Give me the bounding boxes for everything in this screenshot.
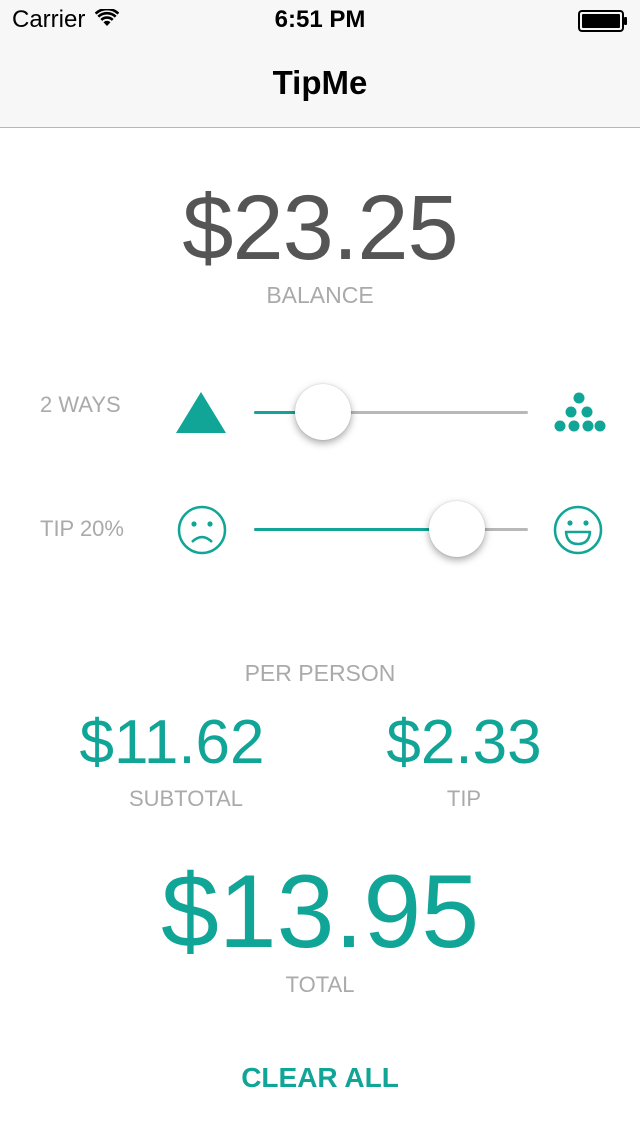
status-time: 6:51 PM: [274, 6, 366, 33]
tip-slider[interactable]: [254, 528, 528, 531]
subtotal-amount: $11.62: [79, 708, 265, 777]
triangle-icon[interactable]: [176, 388, 228, 440]
sad-face-icon[interactable]: [176, 504, 228, 556]
battery-icon: [578, 10, 628, 37]
split-slider-thumb[interactable]: [294, 384, 351, 440]
tip-label: TIP: [446, 786, 482, 811]
subtotal-label: SUBTOTAL: [128, 786, 244, 811]
tip-slider-fill: [254, 528, 457, 531]
tip-percent-label: TIP 20%: [40, 516, 124, 541]
page-title: TipMe: [272, 64, 368, 101]
dots-pyramid-icon[interactable]: [552, 388, 606, 440]
balance-amount: $23.25: [182, 177, 458, 279]
navigation-bar: Carrier 6:51 PM TipMe: [0, 0, 640, 128]
balance-label: BALANCE: [266, 282, 374, 308]
tip-slider-thumb[interactable]: [428, 501, 485, 557]
total-label: TOTAL: [285, 972, 355, 997]
clear-all-button[interactable]: CLEAR ALL: [170, 1062, 470, 1094]
split-label: 2 WAYS: [40, 392, 121, 417]
tip-amount: $2.33: [386, 708, 542, 777]
happy-face-icon[interactable]: [552, 504, 604, 556]
total-amount: $13.95: [160, 854, 480, 970]
per-person-heading: PER PERSON: [244, 660, 396, 686]
